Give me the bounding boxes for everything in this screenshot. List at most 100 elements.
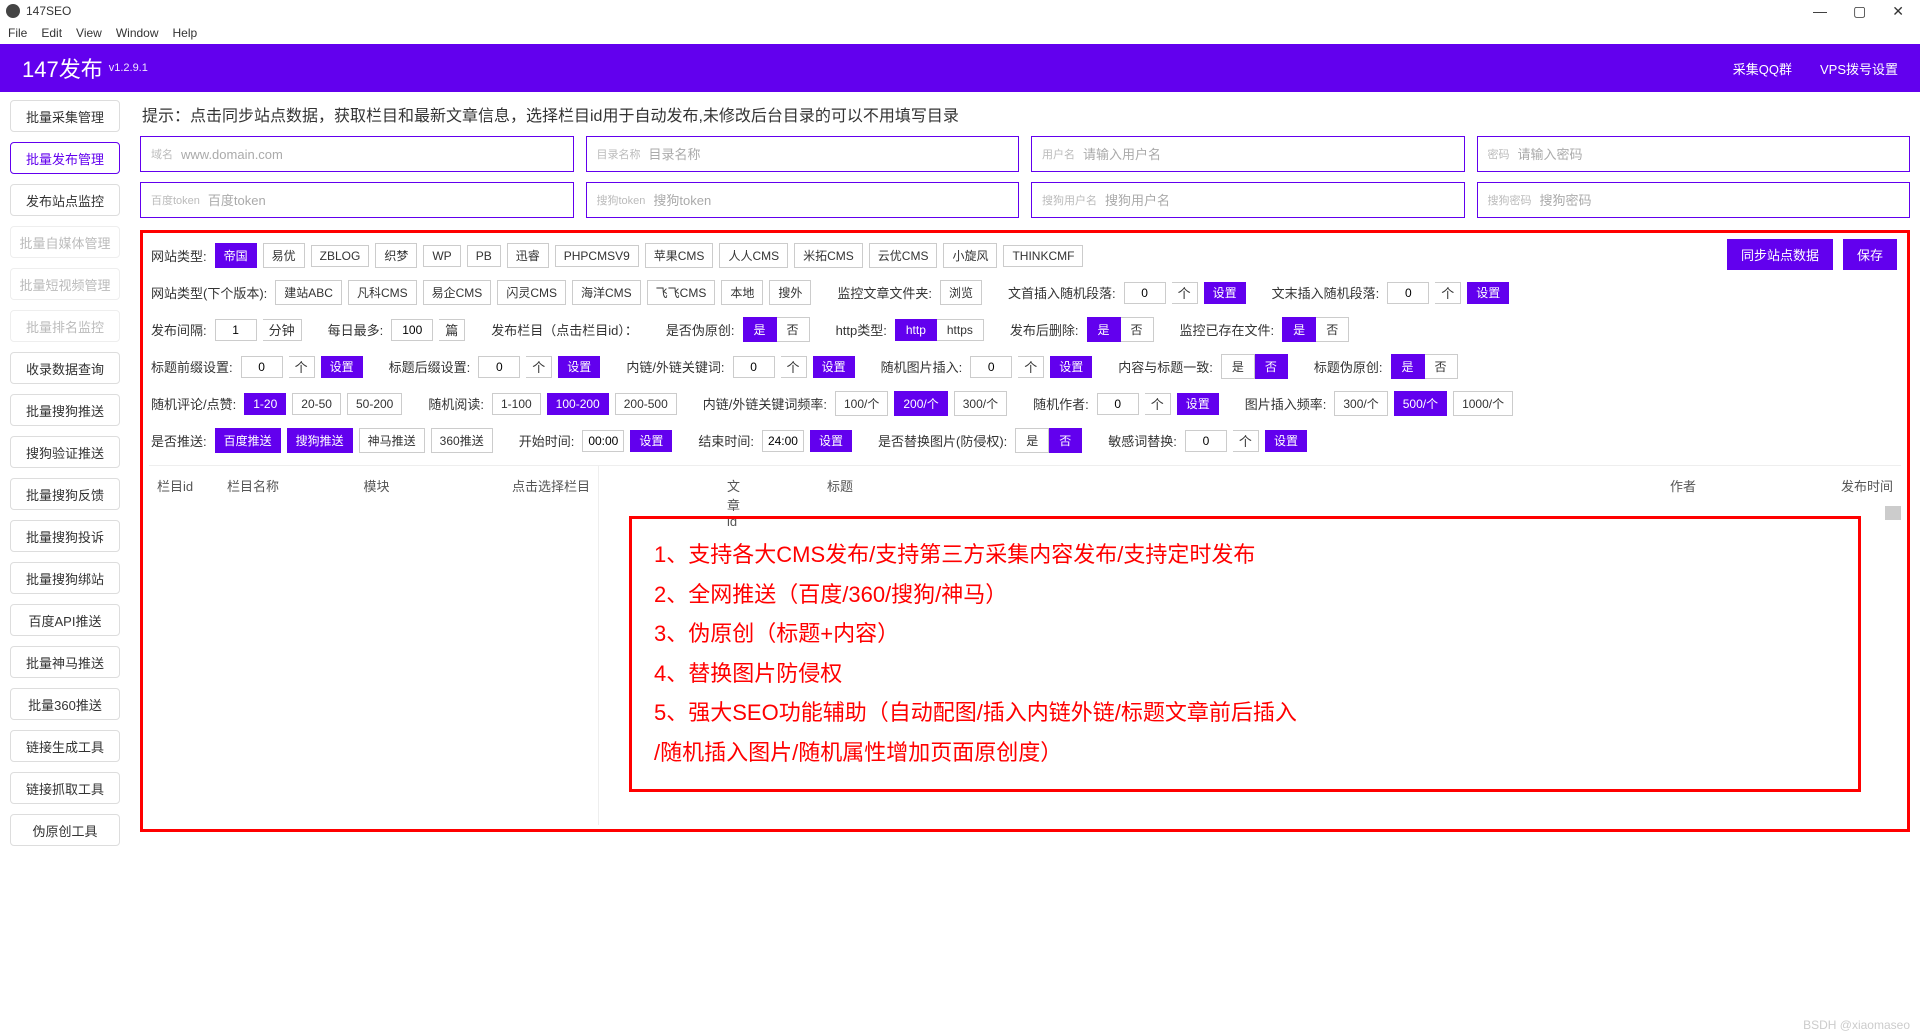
toggle-option[interactable]: 是	[743, 317, 777, 342]
number-input[interactable]	[478, 356, 520, 378]
option-tag[interactable]: PB	[467, 245, 501, 267]
text-input[interactable]	[653, 193, 1008, 208]
option-tag[interactable]: 小旋风	[943, 243, 997, 268]
option-tag[interactable]: ZBLOG	[311, 245, 370, 267]
number-input[interactable]	[241, 356, 283, 378]
option-tag[interactable]: 搜狗推送	[287, 428, 353, 453]
menu-help[interactable]: Help	[173, 26, 198, 40]
sync-button[interactable]: 同步站点数据	[1727, 239, 1833, 270]
text-input[interactable]	[181, 147, 563, 162]
toggle-option[interactable]: 否	[1049, 428, 1082, 453]
action-button[interactable]: 设置	[810, 430, 852, 452]
close-button[interactable]: ✕	[1892, 3, 1904, 20]
text-input[interactable]	[1105, 193, 1454, 208]
option-tag[interactable]: PHPCMSV9	[555, 245, 639, 267]
sidebar-item[interactable]: 搜狗验证推送	[10, 436, 120, 468]
action-button[interactable]: 设置	[1050, 356, 1092, 378]
option-tag[interactable]: 闪灵CMS	[497, 280, 566, 305]
header-link-qq[interactable]: 采集QQ群	[1733, 59, 1792, 78]
option-tag[interactable]: 米拓CMS	[794, 243, 863, 268]
sidebar-item[interactable]: 批量发布管理	[10, 142, 120, 174]
sidebar-item[interactable]: 链接抓取工具	[10, 772, 120, 804]
number-input[interactable]	[1097, 393, 1139, 415]
option-tag[interactable]: 海洋CMS	[572, 280, 641, 305]
toggle-option[interactable]: 是	[1015, 428, 1049, 453]
text-input[interactable]	[1518, 147, 1900, 162]
option-tag[interactable]: 1-100	[492, 393, 541, 415]
sidebar-item[interactable]: 批量搜狗推送	[10, 394, 120, 426]
sidebar-item[interactable]: 百度API推送	[10, 604, 120, 636]
option-tag[interactable]: WP	[423, 245, 460, 267]
number-input[interactable]	[762, 430, 804, 452]
sidebar-item[interactable]: 批量搜狗反馈	[10, 478, 120, 510]
option-tag[interactable]: 360推送	[431, 428, 493, 453]
option-tag[interactable]: 200-500	[615, 393, 677, 415]
option-tag[interactable]: 1-20	[244, 393, 286, 415]
number-input[interactable]	[215, 319, 257, 341]
action-button[interactable]: 设置	[1265, 430, 1307, 452]
text-input[interactable]	[1540, 193, 1900, 208]
number-input[interactable]	[391, 319, 433, 341]
option-tag[interactable]: 100-200	[547, 393, 609, 415]
option-tag[interactable]: 300/个	[954, 391, 1007, 416]
action-button[interactable]: 设置	[558, 356, 600, 378]
number-input[interactable]	[1387, 282, 1429, 304]
scrollbar-icon[interactable]	[1885, 506, 1901, 520]
sidebar-item[interactable]: 批量360推送	[10, 688, 120, 720]
toggle-option[interactable]: 否	[1121, 317, 1154, 342]
option-tag[interactable]: 建站ABC	[275, 280, 342, 305]
number-input[interactable]	[1124, 282, 1166, 304]
option-tag[interactable]: 200/个	[894, 391, 947, 416]
toggle-option[interactable]: 是	[1087, 317, 1121, 342]
option-tag[interactable]: 苹果CMS	[645, 243, 714, 268]
menu-window[interactable]: Window	[116, 26, 159, 40]
option-tag[interactable]: 迅睿	[507, 243, 549, 268]
number-input[interactable]	[970, 356, 1012, 378]
option-tag[interactable]: 云优CMS	[869, 243, 938, 268]
option-tag[interactable]: 100/个	[835, 391, 888, 416]
action-button[interactable]: 设置	[1467, 282, 1509, 304]
sidebar-item[interactable]: 批量短视频管理	[10, 268, 120, 300]
option-tag[interactable]: 易企CMS	[423, 280, 492, 305]
option-tag[interactable]: 易优	[263, 243, 305, 268]
text-input[interactable]	[1083, 147, 1454, 162]
toggle-option[interactable]: 否	[1425, 354, 1458, 379]
menu-edit[interactable]: Edit	[41, 26, 62, 40]
option-tag[interactable]: 300/个	[1334, 391, 1387, 416]
menu-view[interactable]: View	[76, 26, 102, 40]
option-tag[interactable]: 帝国	[215, 243, 257, 268]
option-tag[interactable]: 50-200	[347, 393, 402, 415]
number-input[interactable]	[582, 430, 624, 452]
option-tag[interactable]: 神马推送	[359, 428, 425, 453]
option-tag[interactable]: 织梦	[375, 243, 417, 268]
sidebar-item[interactable]: 批量采集管理	[10, 100, 120, 132]
sidebar-item[interactable]: 伪原创工具	[10, 814, 120, 846]
option-tag[interactable]: 凡科CMS	[348, 280, 417, 305]
option-tag[interactable]: 500/个	[1394, 391, 1447, 416]
option-tag[interactable]: 搜外	[769, 280, 811, 305]
option-tag[interactable]: 飞飞CMS	[647, 280, 716, 305]
text-input[interactable]	[208, 193, 563, 208]
sidebar-item[interactable]: 批量搜狗绑站	[10, 562, 120, 594]
toggle-option[interactable]: 是	[1282, 317, 1316, 342]
number-input[interactable]	[733, 356, 775, 378]
maximize-button[interactable]: ▢	[1853, 3, 1866, 20]
action-button[interactable]: 设置	[321, 356, 363, 378]
sidebar-item[interactable]: 批量自媒体管理	[10, 226, 120, 258]
save-button[interactable]: 保存	[1843, 239, 1897, 270]
toggle-option[interactable]: http	[895, 319, 937, 341]
option-tag[interactable]: 20-50	[292, 393, 341, 415]
action-button[interactable]: 设置	[630, 430, 672, 452]
option-tag[interactable]: 百度推送	[215, 428, 281, 453]
number-input[interactable]	[1185, 430, 1227, 452]
text-input[interactable]	[649, 147, 1009, 162]
option-tag[interactable]: 本地	[721, 280, 763, 305]
toggle-option[interactable]: https	[937, 319, 984, 341]
toggle-option[interactable]: 否	[777, 317, 810, 342]
header-link-vps[interactable]: VPS拨号设置	[1820, 59, 1898, 78]
toggle-option[interactable]: 是	[1391, 354, 1425, 379]
action-button[interactable]: 设置	[1204, 282, 1246, 304]
toggle-option[interactable]: 否	[1316, 317, 1349, 342]
toggle-option[interactable]: 否	[1255, 354, 1288, 379]
option-tag[interactable]: 人人CMS	[719, 243, 788, 268]
